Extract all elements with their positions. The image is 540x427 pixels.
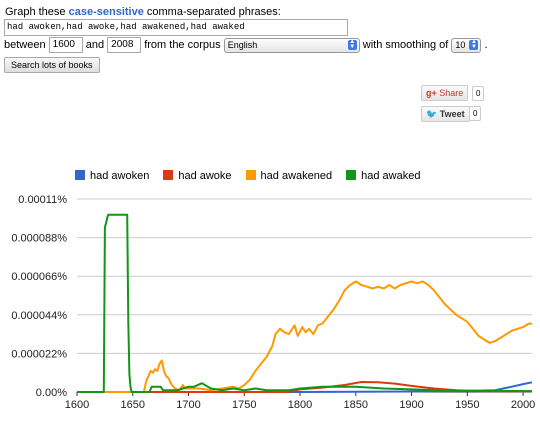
legend-label: had awoken xyxy=(90,170,150,182)
legend-label: had awoke xyxy=(178,170,232,182)
start-year-input[interactable]: 1600 xyxy=(48,37,83,53)
case-sensitive-link[interactable]: case-sensitive xyxy=(69,6,144,18)
chevron-updown-icon: ▲ ▼ xyxy=(347,38,357,50)
legend-item: had awakened xyxy=(245,170,333,182)
x-tick-label: 1700 xyxy=(176,399,200,411)
tweet-button[interactable]: 🐦 Tweet xyxy=(421,106,470,122)
and-label: and xyxy=(85,39,105,51)
legend-swatch xyxy=(245,170,256,180)
y-tick-label: 0.00011% xyxy=(18,194,67,206)
phrases-input[interactable]: had awoken,had awoke,had awakened,had aw… xyxy=(4,19,348,36)
x-tick-label: 2000 xyxy=(511,399,535,411)
x-tick-label: 1600 xyxy=(65,399,89,411)
search-button[interactable]: Search lots of books xyxy=(4,57,100,73)
legend-label: had awakened xyxy=(260,170,333,182)
smoothing-label: with smoothing of xyxy=(362,39,449,51)
instructions-text: Graph these case-sensitive comma-separat… xyxy=(5,6,281,18)
y-tick-label: 0.000022% xyxy=(11,348,67,360)
smoothing-select[interactable]: 10 ▲ ▼ xyxy=(451,37,482,53)
between-label: between xyxy=(4,39,46,51)
ngram-chart: 0.00% 0.000022% 0.000044% 0.000066% 0.000088… xyxy=(11,194,535,411)
x-tick-label: 1850 xyxy=(344,399,368,411)
legend-swatch xyxy=(163,170,174,180)
y-tick-label: 0.000066% xyxy=(11,271,67,283)
share-button[interactable]: g+ Share xyxy=(421,85,469,101)
legend-swatch xyxy=(75,170,85,180)
y-tick-label: 0.000088% xyxy=(11,233,67,245)
legend-item: had awaked xyxy=(346,170,420,182)
legend-label: had awaked xyxy=(361,170,421,182)
chevron-updown-icon: ▲ ▼ xyxy=(469,38,479,50)
legend-item: had awoken xyxy=(75,170,149,182)
series-line-had-awaked xyxy=(77,213,533,393)
smoothing-value: 10 xyxy=(455,39,466,50)
legend-item: had awoke xyxy=(163,170,232,182)
end-year-input[interactable]: 2008 xyxy=(107,37,142,53)
share-label: Share xyxy=(439,88,464,98)
legend-swatch xyxy=(346,170,357,180)
corpus-label: from the corpus xyxy=(144,39,221,51)
series-line-had-awakened xyxy=(77,280,532,393)
x-tick-label: 1750 xyxy=(232,399,256,411)
tweet-count: 0 xyxy=(469,106,482,121)
share-count: 0 xyxy=(472,86,485,101)
x-tick-label: 1650 xyxy=(121,399,145,411)
corpus-value: English xyxy=(227,39,258,50)
instructions-prefix: Graph these xyxy=(5,6,66,18)
x-tick-label: 1950 xyxy=(455,399,479,411)
x-tick-label: 1900 xyxy=(399,399,423,411)
tweet-label: Tweet xyxy=(439,109,465,119)
instructions-suffix: comma-separated phrases: xyxy=(146,6,281,18)
y-tick-label: 0.000044% xyxy=(11,310,67,322)
y-tick-label: 0.00% xyxy=(36,387,67,399)
x-tick-label: 1800 xyxy=(288,399,312,411)
chart-legend: had awoken had awoke had awakened had awake… xyxy=(75,170,434,182)
corpus-select[interactable]: English ▲ ▼ xyxy=(223,37,360,53)
google-plus-icon: g+ xyxy=(426,88,437,98)
twitter-bird-icon: 🐦 xyxy=(426,109,438,119)
query-controls: between 1600 and 2008 from the corpus En… xyxy=(4,37,488,53)
period-text: . xyxy=(484,39,488,51)
